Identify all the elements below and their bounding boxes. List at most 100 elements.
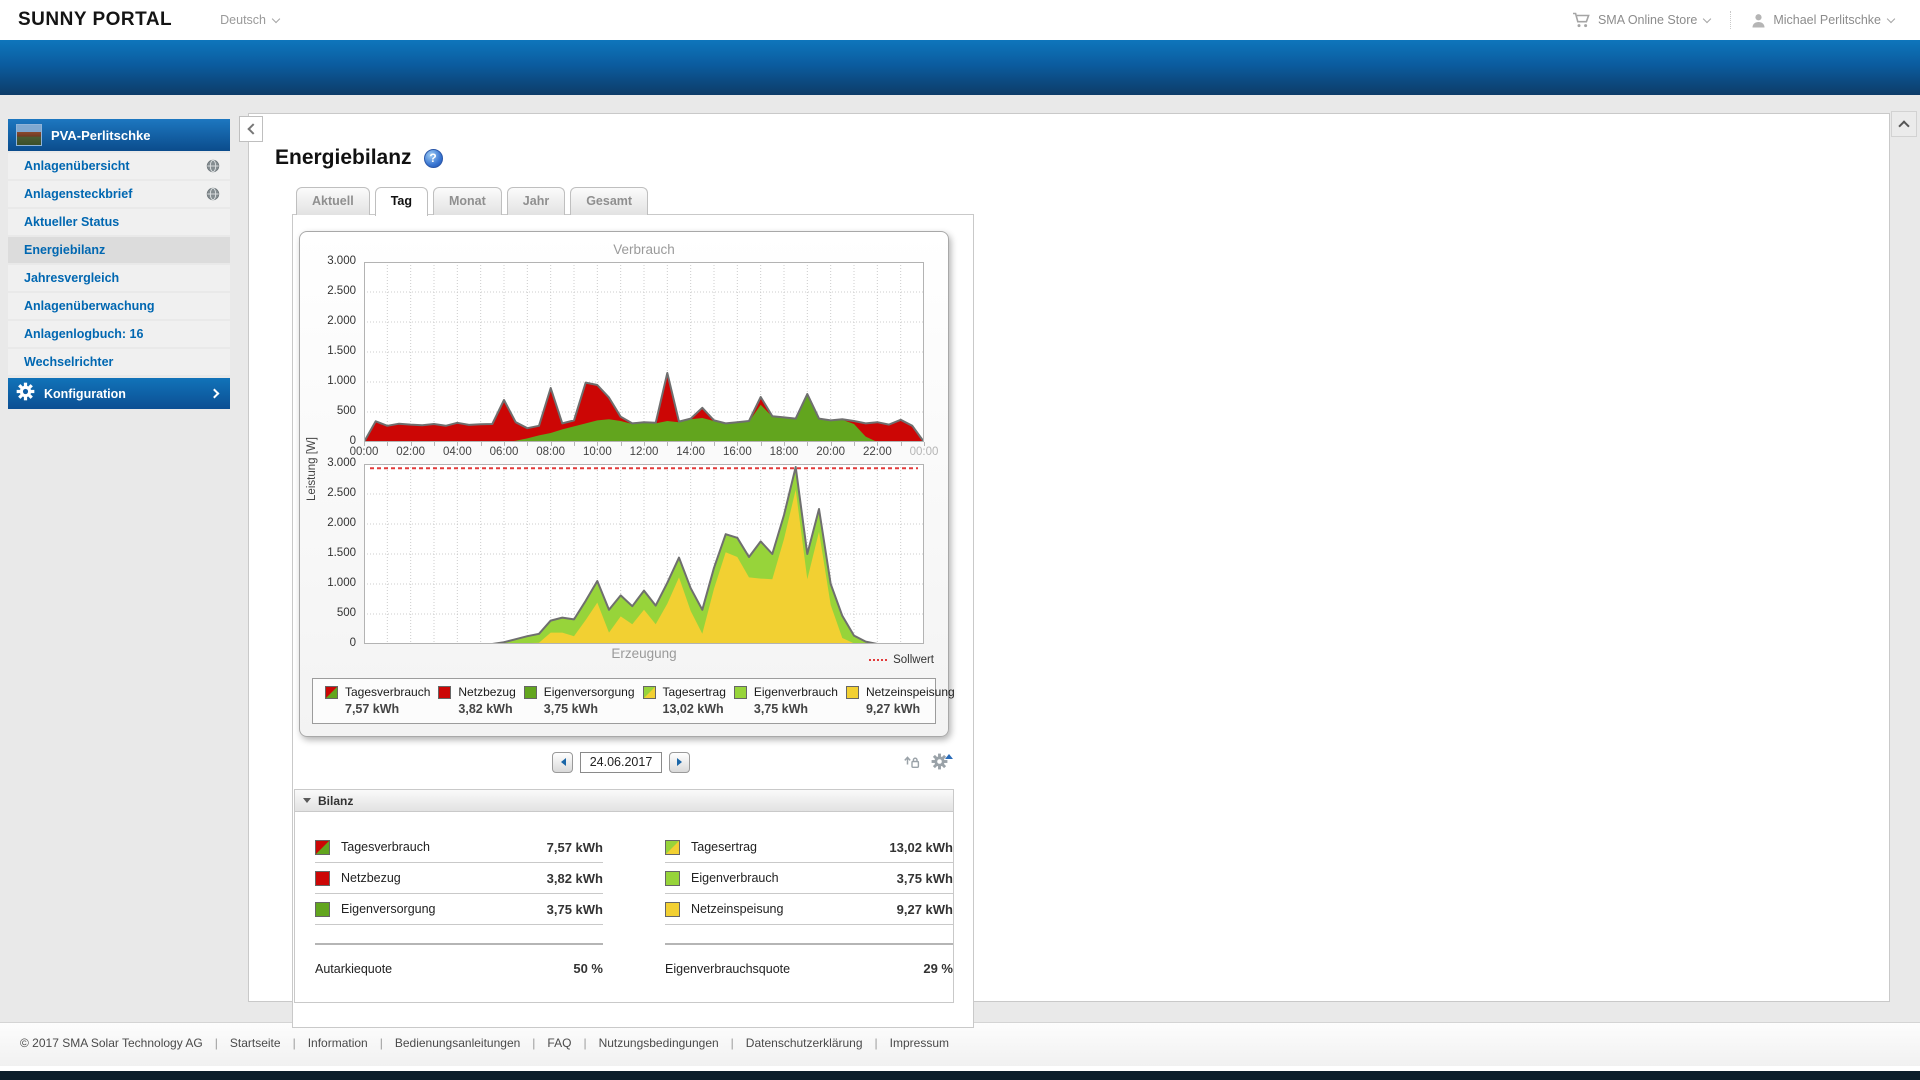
main-panel: Energiebilanz ? Aktuell Tag Monat Jahr Gesam… — [248, 113, 1890, 1028]
sidebar-item-jahresvergleich[interactable]: Jahresvergleich — [8, 265, 230, 291]
previous-day-button[interactable] — [552, 751, 573, 773]
x-tick-label: 02:00 — [396, 446, 426, 458]
bilanz-row: Tagesertrag 13,02 kWh — [665, 832, 953, 863]
x-tick-label: 10:00 — [582, 446, 612, 458]
y-tick-label: 3.000 — [327, 255, 356, 267]
globe-icon — [206, 187, 220, 201]
legend-name: Netzbezug — [458, 685, 516, 699]
y-tick-label: 2.000 — [327, 517, 356, 529]
x-tick-label: 14:00 — [676, 446, 706, 458]
footer-divider: | — [292, 1036, 296, 1050]
sidebar-item-wechselrichter[interactable]: Wechselrichter — [8, 349, 230, 375]
y-tick-label: 1.000 — [327, 375, 356, 387]
quote-label: Autarkiequote — [315, 961, 393, 976]
arrow-right-icon — [676, 758, 686, 766]
scroll-top-button[interactable] — [1891, 111, 1917, 137]
date-input[interactable] — [580, 751, 662, 773]
footer-link[interactable]: Information — [308, 1036, 368, 1050]
bilanz-body: Tagesverbrauch 7,57 kWh Netzbezug 3,82 kWh E… — [294, 812, 954, 1003]
footer-link[interactable]: Datenschutzerklärung — [746, 1036, 863, 1050]
legend-name: Tagesverbrauch — [345, 685, 431, 699]
consumption-chart — [364, 262, 924, 442]
bilanz-row: Netzeinspeisung 9,27 kWh — [665, 894, 953, 925]
legend-entry: Netzbezug 3,82 kWh — [434, 685, 519, 716]
legend-value: 3,75 kWh — [753, 702, 809, 716]
legend-swatch-icon — [523, 685, 537, 699]
footer-link[interactable]: Startseite — [230, 1036, 281, 1050]
sidebar-collapse-button[interactable] — [239, 116, 263, 142]
user-menu[interactable]: Michael Perlitschke — [1751, 13, 1896, 28]
chevron-right-icon — [209, 388, 220, 399]
arrow-left-icon — [557, 758, 566, 766]
y-tick-label: 2.500 — [327, 487, 356, 499]
consumption-chart-title: Verbrauch — [613, 242, 675, 257]
legend-entry: Tagesertrag 13,02 kWh — [639, 685, 730, 716]
bilanz-swatch-icon — [665, 870, 680, 886]
y-tick-label: 2.000 — [327, 315, 356, 327]
sidebar-item-anlagensteckbrief[interactable]: Anlagensteckbrief — [8, 181, 230, 207]
footer-divider: | — [532, 1036, 536, 1050]
consumption-y-axis: 3.000 2.500 2.000 1.500 1.000 500 0 — [300, 255, 364, 447]
sidebar-item-konfiguration[interactable]: Konfiguration — [8, 378, 230, 409]
bilanz-value: 13,02 kWh — [889, 839, 953, 855]
bilanz-value: 3,75 kWh — [546, 901, 603, 917]
sidebar-item-anlagenuebersicht[interactable]: Anlagenübersicht — [8, 153, 230, 179]
legend-value: 13,02 kWh — [662, 702, 724, 716]
legend-entry: Netzeinspeisung 9,27 kWh — [842, 685, 959, 716]
production-chart-title: Erzeugung — [611, 646, 677, 661]
y-tick-label: 1.500 — [327, 547, 356, 559]
sidebar-item-label: Aktueller Status — [24, 215, 120, 229]
sidebar-item-anlagenueberwachung[interactable]: Anlagenüberwachung — [8, 293, 230, 319]
date-navigation — [293, 749, 953, 775]
bilanz-row: Netzbezug 3,82 kWh — [315, 863, 603, 894]
blue-banner — [0, 40, 1920, 95]
time-axis: 00:00 02:00 04:00 06:00 08:00 10:00 12:00 14:00… — [350, 442, 938, 464]
legend-swatch-icon — [325, 685, 338, 699]
sidebar-item-label: Energiebilanz — [24, 243, 106, 257]
sidebar-item-anlagenlogbuch[interactable]: Anlagenlogbuch: 16 — [8, 321, 230, 347]
chart-settings-icon[interactable] — [929, 751, 953, 771]
bilanz-row: Eigenverbrauch 3,75 kWh — [665, 863, 953, 894]
tab-gesamt[interactable]: Gesamt — [570, 187, 649, 215]
footer-divider: | — [730, 1036, 734, 1050]
chevron-down-icon — [271, 14, 281, 23]
chart-legend: Tagesverbrauch 7,57 kWh Netzbezug 3,82 kWh E… — [312, 678, 955, 724]
legend-name: Eigenverbrauch — [753, 685, 838, 699]
chevron-down-icon — [1703, 14, 1712, 23]
bilanz-row: Tagesverbrauch 7,57 kWh — [315, 832, 603, 863]
tab-aktuell[interactable]: Aktuell — [296, 187, 370, 215]
footer-link[interactable]: FAQ — [547, 1036, 571, 1050]
online-store-label: SMA Online Store — [1597, 13, 1698, 27]
legend-entry: Eigenverbrauch 3,75 kWh — [730, 685, 842, 716]
footer-link[interactable]: Nutzungsbedingungen — [599, 1036, 719, 1050]
footer-link[interactable]: Impressum — [890, 1036, 949, 1050]
legend-name: Netzeinspeisung — [865, 685, 955, 699]
next-day-button[interactable] — [669, 751, 690, 773]
x-tick-label: 06:00 — [489, 446, 519, 458]
tab-bar: Aktuell Tag Monat Jahr Gesamt — [296, 187, 1889, 216]
bilanz-value: 7,57 kWh — [546, 839, 603, 855]
language-selector[interactable]: Deutsch — [220, 13, 281, 27]
footer-link[interactable]: Bedienungsanleitungen — [395, 1036, 520, 1050]
bilanz-header[interactable]: Bilanz — [294, 789, 954, 812]
page-title: Energiebilanz — [275, 146, 412, 169]
x-tick-label: 16:00 — [722, 446, 752, 458]
tab-monat[interactable]: Monat — [432, 187, 502, 215]
sidebar-item-energiebilanz[interactable]: Energiebilanz — [8, 237, 230, 263]
publish-icon[interactable] — [901, 751, 921, 771]
tab-content: Leistung [W] Verbrauch 3.000 2.500 2.000 1.… — [292, 214, 974, 1028]
online-store-menu[interactable]: SMA Online Store — [1572, 12, 1712, 28]
user-name-label: Michael Perlitschke — [1773, 13, 1881, 27]
tab-jahr[interactable]: Jahr — [506, 187, 566, 215]
sidebar-item-label: Anlagenüberwachung — [24, 299, 155, 313]
y-tick-label: 1.500 — [327, 345, 356, 357]
sollwert-label: Sollwert — [893, 654, 934, 666]
sidebar-item-aktueller-status[interactable]: Aktueller Status — [8, 209, 230, 235]
legend-entry: Tagesverbrauch 7,57 kWh — [321, 685, 434, 716]
chart-panel: Leistung [W] Verbrauch 3.000 2.500 2.000 1.… — [299, 231, 955, 737]
help-icon[interactable]: ? — [423, 148, 443, 168]
chevron-down-icon — [1886, 14, 1896, 23]
quote-value: 50 % — [573, 961, 603, 976]
plant-header[interactable]: PVA-Perlitschke — [8, 119, 230, 151]
tab-tag[interactable]: Tag — [374, 187, 428, 216]
